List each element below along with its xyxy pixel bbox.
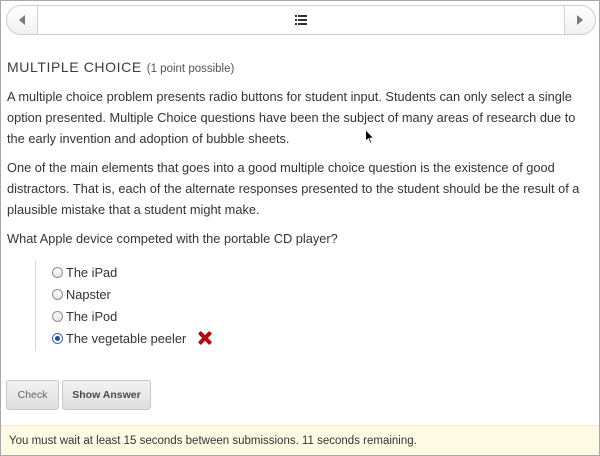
choice-label: The iPad [66, 264, 118, 280]
problem-frame: MULTIPLE CHOICE (1 point possible) A mult… [0, 0, 600, 456]
problem-title: MULTIPLE CHOICE [7, 59, 142, 75]
choice-label: The iPod [66, 308, 118, 324]
choice-ipad[interactable]: The iPad [52, 261, 295, 283]
problem-header: MULTIPLE CHOICE (1 point possible) [7, 59, 234, 75]
incorrect-x-icon [198, 331, 212, 345]
problem-points: (1 point possible) [146, 63, 235, 75]
choice-vegetable-peeler[interactable]: The vegetable peeler [52, 327, 295, 349]
radio-button-selected[interactable] [52, 332, 63, 344]
next-button[interactable] [564, 6, 595, 34]
submission-wait-notice: You must wait at least 15 seconds betwee… [1, 425, 599, 455]
choice-label: The vegetable peeler [66, 330, 187, 346]
problem-paragraph-2: One of the main elements that goes into … [7, 160, 580, 217]
chevron-left-icon [19, 15, 25, 25]
chevron-right-icon [577, 15, 583, 25]
choice-napster[interactable]: Napster [52, 283, 295, 305]
previous-button[interactable] [7, 6, 38, 34]
sequence-list-button[interactable] [38, 6, 564, 34]
list-icon [295, 15, 307, 25]
show-answer-button[interactable]: Show Answer [62, 380, 151, 410]
sequence-nav [6, 5, 596, 35]
check-button[interactable]: Check [6, 380, 59, 410]
radio-button[interactable] [52, 266, 63, 278]
problem-question: What Apple device competed with the port… [7, 231, 338, 246]
problem-paragraph-1: A multiple choice problem presents radio… [7, 89, 576, 146]
choice-ipod[interactable]: The iPod [52, 305, 295, 327]
radio-button[interactable] [52, 310, 63, 322]
choice-group: The iPad Napster The iPod The vegetable … [35, 261, 295, 351]
choice-label: Napster [66, 286, 111, 302]
radio-button[interactable] [52, 288, 63, 300]
